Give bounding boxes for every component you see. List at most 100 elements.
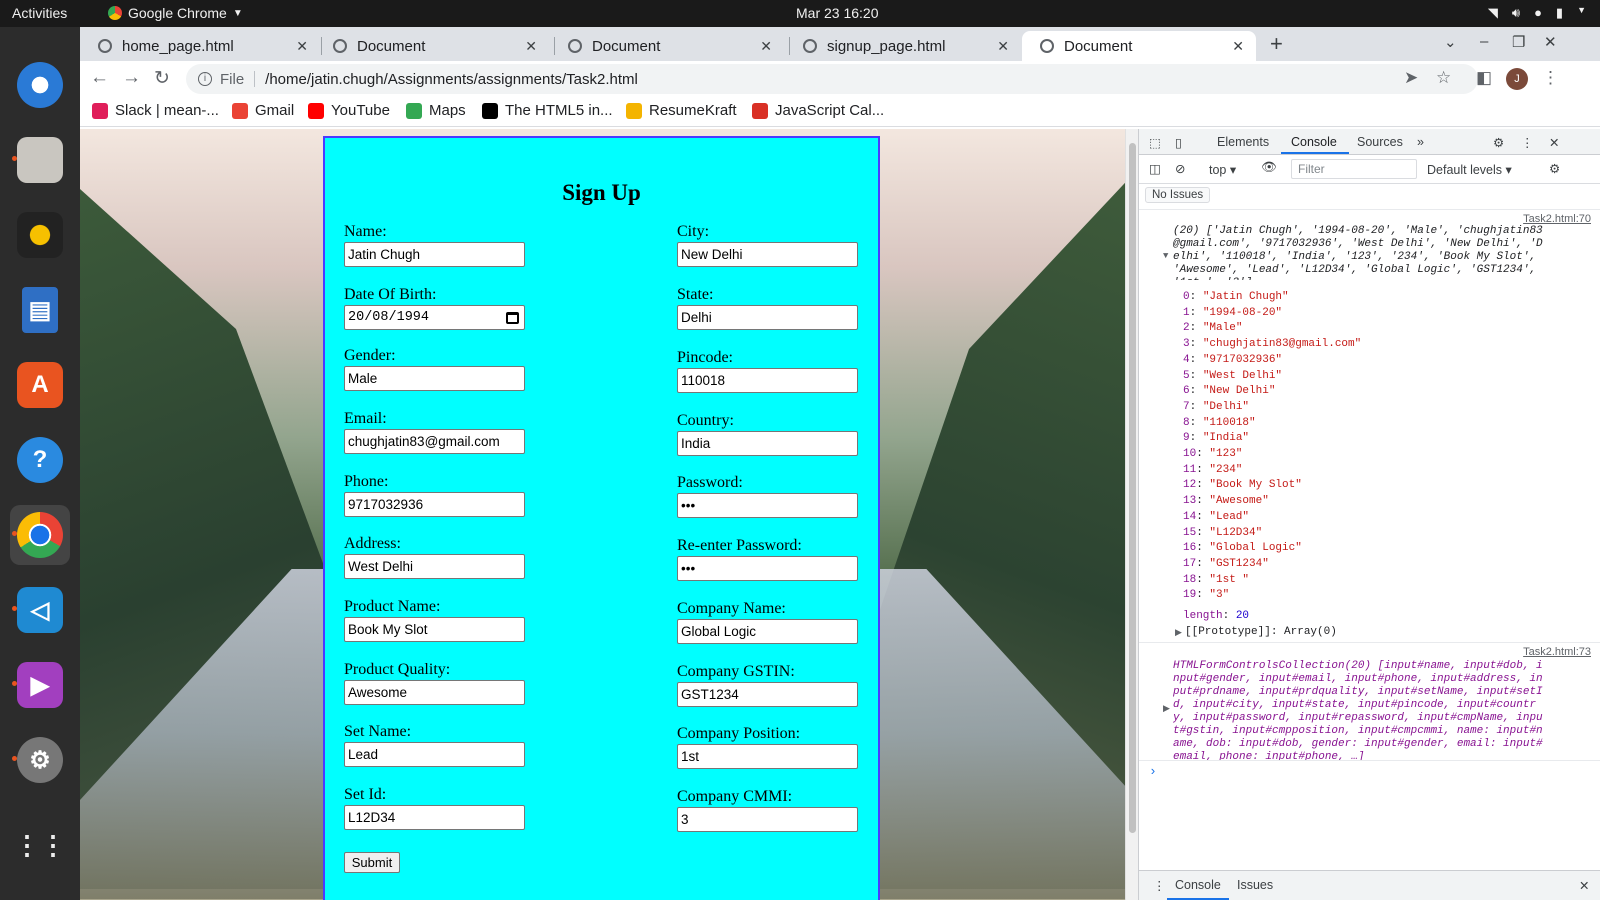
reenter-password-input[interactable]: ••• bbox=[677, 556, 858, 581]
field-name: Name: Jatin Chugh bbox=[344, 223, 544, 267]
dock-files[interactable] bbox=[10, 130, 70, 190]
bookmark-resumekraft[interactable]: ResumeKraft bbox=[626, 102, 737, 119]
expand-caret-icon[interactable]: ▶ bbox=[1163, 703, 1170, 716]
settings-gear-icon[interactable]: ⚙ bbox=[1493, 135, 1504, 150]
console-settings-icon[interactable]: ⚙ bbox=[1549, 161, 1560, 176]
dock-rhythmbox[interactable] bbox=[10, 205, 70, 265]
drawer-menu-icon[interactable]: ⋮ bbox=[1153, 878, 1166, 893]
devtools-tab-elements[interactable]: Elements bbox=[1217, 135, 1269, 149]
company-name-input[interactable]: Global Logic bbox=[677, 619, 858, 644]
product-quality-input[interactable]: Awesome bbox=[344, 680, 525, 705]
tab-document-active[interactable]: Document ✕ bbox=[1022, 31, 1256, 61]
calendar-icon[interactable] bbox=[506, 311, 519, 324]
activities-button[interactable]: Activities bbox=[12, 5, 67, 21]
drawer-tab-console[interactable]: Console bbox=[1175, 878, 1221, 892]
tab-search-chevron-icon[interactable]: ⌄ bbox=[1444, 33, 1457, 51]
close-tab-icon[interactable]: ✕ bbox=[1232, 38, 1244, 55]
city-input[interactable]: New Delhi bbox=[677, 242, 858, 267]
close-tab-icon[interactable]: ✕ bbox=[525, 38, 537, 55]
console-prompt-icon[interactable]: › bbox=[1149, 765, 1157, 778]
info-icon[interactable]: i bbox=[198, 72, 212, 86]
tab-signup-page[interactable]: signup_page.html ✕ bbox=[785, 31, 1021, 61]
clock[interactable]: Mar 23 16:20 bbox=[796, 5, 879, 21]
dock-settings[interactable]: ⚙ bbox=[10, 730, 70, 790]
bookmark-html5[interactable]: The HTML5 in... bbox=[482, 102, 613, 119]
log-levels-dropdown[interactable]: Default levels ▾ bbox=[1427, 162, 1512, 177]
address-bar[interactable]: i File /home/jatin.chugh/Assignments/ass… bbox=[186, 64, 1478, 94]
dock-help[interactable]: ? bbox=[10, 430, 70, 490]
array-entry-row: 5: "West Delhi" bbox=[1183, 370, 1282, 383]
more-options-icon[interactable]: ⋮ bbox=[1521, 135, 1534, 150]
page-scrollbar[interactable] bbox=[1125, 129, 1138, 900]
devtools-tab-sources[interactable]: Sources bbox=[1357, 135, 1403, 149]
send-icon[interactable]: ➤ bbox=[1404, 68, 1418, 88]
new-tab-plus-icon[interactable]: + bbox=[1270, 31, 1283, 57]
minimize-icon[interactable]: – bbox=[1480, 33, 1488, 50]
expand-caret-icon[interactable]: ▼ bbox=[1163, 250, 1168, 263]
pincode-input[interactable]: 110018 bbox=[677, 368, 858, 393]
phone-input[interactable]: 9717032936 bbox=[344, 492, 525, 517]
restore-icon[interactable]: ❐ bbox=[1512, 33, 1525, 51]
close-tab-icon[interactable]: ✕ bbox=[997, 38, 1009, 55]
system-tray[interactable]: ◥ 🔊︎ ● ▮ ▼ bbox=[1488, 5, 1586, 21]
set-name-input[interactable]: Lead bbox=[344, 742, 525, 767]
devtools-tab-console[interactable]: Console bbox=[1291, 135, 1337, 149]
bookmark-slack[interactable]: Slack | mean-... bbox=[92, 102, 219, 119]
context-selector[interactable]: top ▾ bbox=[1209, 162, 1236, 177]
log-source-link[interactable]: Task2.html:73 bbox=[1523, 646, 1591, 659]
bookmark-star-icon[interactable]: ☆ bbox=[1436, 68, 1451, 88]
dock-show-apps[interactable]: ⋮⋮ bbox=[10, 815, 70, 875]
company-position-input[interactable]: 1st bbox=[677, 744, 858, 769]
side-panel-icon[interactable]: ◧ bbox=[1476, 68, 1492, 88]
inspect-element-icon[interactable]: ⬚ bbox=[1149, 135, 1161, 150]
email-input[interactable]: chughjatin83@gmail.com bbox=[344, 429, 525, 454]
dob-input[interactable]: 20/08/1994 bbox=[344, 305, 525, 330]
bookmark-javascript[interactable]: JavaScript Cal... bbox=[752, 102, 884, 119]
dock-chrome[interactable] bbox=[10, 505, 70, 565]
tab-document-1[interactable]: Document ✕ bbox=[315, 31, 549, 61]
device-toolbar-icon[interactable]: ▯ bbox=[1175, 135, 1182, 150]
issues-badge[interactable]: No Issues bbox=[1145, 187, 1211, 203]
close-tab-icon[interactable]: ✕ bbox=[296, 38, 308, 55]
profile-avatar[interactable]: J bbox=[1506, 68, 1528, 90]
sidebar-toggle-icon[interactable]: ◫ bbox=[1149, 161, 1161, 176]
bookmark-youtube[interactable]: YouTube bbox=[308, 102, 390, 119]
close-drawer-icon[interactable]: ✕ bbox=[1579, 878, 1589, 893]
close-devtools-icon[interactable]: ✕ bbox=[1549, 135, 1559, 150]
close-window-icon[interactable]: ✕ bbox=[1544, 33, 1557, 51]
bookmark-maps[interactable]: Maps bbox=[406, 102, 466, 119]
submit-button[interactable]: Submit bbox=[344, 852, 400, 873]
tab-document-2[interactable]: Document ✕ bbox=[550, 31, 784, 61]
dock-vscode[interactable]: ◁ bbox=[10, 580, 70, 640]
name-input[interactable]: Jatin Chugh bbox=[344, 242, 525, 267]
country-input[interactable]: India bbox=[677, 431, 858, 456]
state-input[interactable]: Delhi bbox=[677, 305, 858, 330]
more-tabs-icon[interactable]: » bbox=[1417, 135, 1424, 149]
console-filter-input[interactable]: Filter bbox=[1291, 159, 1417, 179]
drawer-tab-issues[interactable]: Issues bbox=[1237, 878, 1273, 892]
dock-writer[interactable]: ▤ bbox=[10, 280, 70, 340]
bookmark-gmail[interactable]: Gmail bbox=[232, 102, 294, 119]
gender-input[interactable]: Male bbox=[344, 366, 525, 391]
set-id-input[interactable]: L12D34 bbox=[344, 805, 525, 830]
address-input[interactable]: West Delhi bbox=[344, 554, 525, 579]
forward-arrow-icon[interactable]: → bbox=[122, 67, 141, 89]
prototype-row[interactable]: [[Prototype]]: Array(0) bbox=[1185, 626, 1337, 639]
reload-icon[interactable]: ↻ bbox=[154, 67, 170, 90]
password-input[interactable]: ••• bbox=[677, 493, 858, 518]
app-menu[interactable]: Google Chrome ▼ bbox=[108, 5, 243, 21]
scrollbar-thumb[interactable] bbox=[1129, 143, 1136, 833]
eye-icon[interactable]: 👁︎ bbox=[1261, 160, 1277, 175]
dock-software[interactable]: A bbox=[10, 355, 70, 415]
clear-console-icon[interactable]: ⊘ bbox=[1175, 161, 1185, 176]
company-cmmi-input[interactable]: 3 bbox=[677, 807, 858, 832]
close-tab-icon[interactable]: ✕ bbox=[760, 38, 772, 55]
tab-home-page[interactable]: home_page.html ✕ bbox=[80, 31, 320, 61]
dock-video[interactable]: ▶ bbox=[10, 655, 70, 715]
back-arrow-icon[interactable]: ← bbox=[90, 67, 109, 89]
expand-caret-icon[interactable]: ▶ bbox=[1175, 627, 1182, 640]
dock-thunderbird[interactable] bbox=[10, 55, 70, 115]
product-name-input[interactable]: Book My Slot bbox=[344, 617, 525, 642]
more-menu-icon[interactable]: ⋮ bbox=[1542, 68, 1559, 88]
company-gstin-input[interactable]: GST1234 bbox=[677, 682, 858, 707]
